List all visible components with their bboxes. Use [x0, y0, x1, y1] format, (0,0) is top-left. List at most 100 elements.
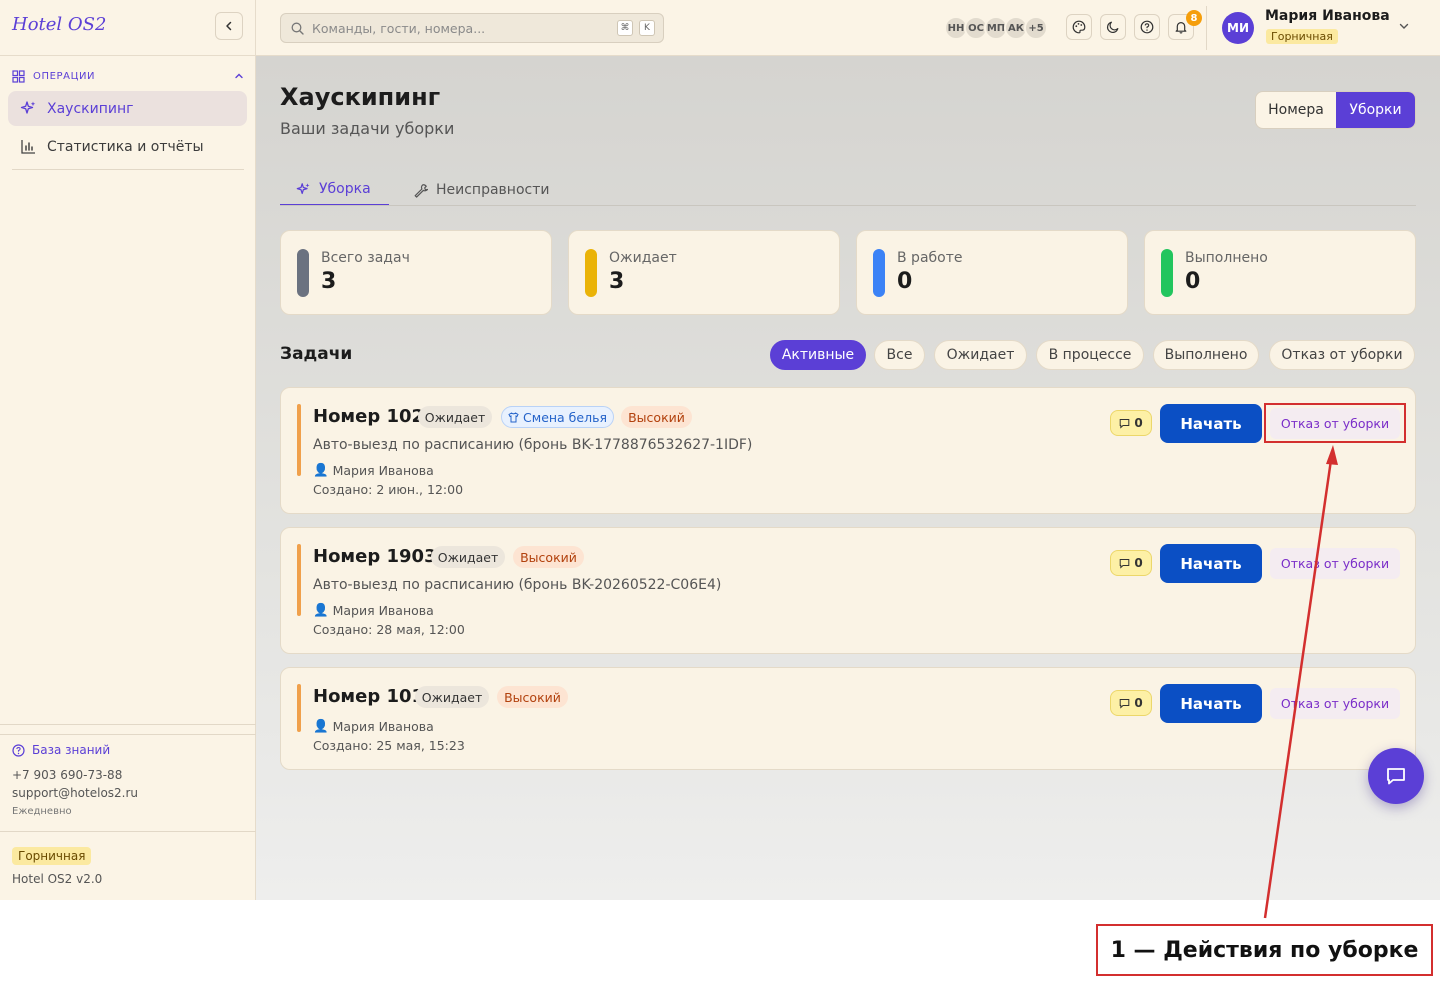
theme-palette-button[interactable]: [1066, 14, 1092, 40]
help-button[interactable]: [1134, 14, 1160, 40]
bell-icon: [1175, 22, 1187, 34]
moon-icon: [1107, 21, 1119, 33]
tab-label: Неисправности: [436, 182, 550, 198]
support-phone[interactable]: +7 903 690-73-88: [12, 768, 122, 782]
sidebar-item-housekeeping[interactable]: Хаускипинг: [8, 91, 247, 126]
task-created: Создано: 25 мая, 15:23: [313, 738, 465, 753]
stat-color-bar: [585, 249, 597, 297]
help-circle-icon: [1140, 20, 1154, 34]
page-subtitle: Ваши задачи уборки: [280, 119, 455, 138]
dark-mode-button[interactable]: [1100, 14, 1126, 40]
refuse-cleaning-button[interactable]: Отказ от уборки: [1270, 688, 1400, 719]
stat-label: Всего задач: [321, 250, 410, 266]
sidebar-item-label: Хаускипинг: [47, 100, 134, 117]
priority-stripe: [297, 544, 301, 616]
task-card[interactable]: Номер 102 Ожидает Смена белья Высокий Ав…: [280, 387, 1416, 514]
chevron-up-icon: [235, 73, 243, 79]
status-badge: Ожидает: [415, 686, 489, 708]
priority-badge: Высокий: [513, 546, 584, 568]
comments-button[interactable]: 0: [1110, 550, 1152, 576]
sidebar-item-statistics[interactable]: Статистика и отчёты: [8, 129, 247, 164]
filter-all[interactable]: Все: [874, 340, 925, 370]
section-operations[interactable]: ОПЕРАЦИИ: [12, 68, 244, 84]
app-logo[interactable]: Hotel OS2: [12, 14, 106, 35]
tab-cleaning[interactable]: Уборка: [280, 174, 389, 206]
task-description: Авто-выезд по расписанию (бронь BK-17788…: [313, 437, 753, 453]
assignee-name: Мария Иванова: [332, 602, 434, 618]
chevron-down-icon[interactable]: [1398, 20, 1410, 32]
main-content: Хаускипинг Ваши задачи уборки Номера Убо…: [256, 56, 1440, 900]
comment-icon: [1120, 418, 1130, 429]
support-email[interactable]: support@hotelos2.ru: [12, 786, 138, 800]
task-room: Номер 101: [313, 686, 425, 707]
status-badge: Ожидает: [431, 546, 505, 568]
knowledge-base-link[interactable]: База знаний: [12, 743, 110, 757]
tab-malfunctions[interactable]: Неисправности: [413, 174, 549, 206]
collapse-sidebar-button[interactable]: [215, 12, 243, 40]
filter-refused[interactable]: Отказ от уборки: [1269, 340, 1415, 370]
help-circle-icon: [12, 743, 25, 757]
comments-button[interactable]: 0: [1110, 690, 1152, 716]
stat-card-total: Всего задач 3: [280, 230, 552, 315]
filter-in-progress[interactable]: В процессе: [1036, 340, 1144, 370]
notifications-button[interactable]: 8: [1168, 10, 1202, 40]
annotation-highlight: [1264, 403, 1406, 443]
search-input[interactable]: Команды, гости, номера... ⌘ K: [280, 13, 664, 43]
stat-color-bar: [297, 249, 309, 297]
chevron-left-icon: [226, 21, 232, 31]
bar-chart-icon: [21, 140, 35, 154]
top-bar: Команды, гости, номера... ⌘ K НН ОС МП А…: [256, 0, 1440, 56]
task-card[interactable]: Номер 101 Ожидает Высокий 👤 Мария Иванов…: [280, 667, 1416, 770]
tasks-heading: Задачи: [280, 344, 353, 364]
stat-value: 0: [897, 269, 913, 294]
divider: [0, 831, 256, 832]
priority-badge: Высокий: [621, 406, 692, 428]
priority-stripe: [297, 404, 301, 476]
stat-card-in-progress: В работе 0: [856, 230, 1128, 315]
annotation-label: 1 — Действия по уборке: [1096, 924, 1433, 976]
start-button[interactable]: Начать: [1160, 404, 1262, 443]
support-schedule: Ежедневно: [12, 806, 72, 817]
filter-done[interactable]: Выполнено: [1153, 340, 1259, 370]
view-toggle-rooms[interactable]: Номера: [1256, 92, 1336, 128]
view-toggle-cleanings[interactable]: Уборки: [1336, 92, 1415, 128]
task-description: Авто-выезд по расписанию (бронь BK-20260…: [313, 577, 722, 593]
task-created: Создано: 28 мая, 12:00: [313, 622, 465, 637]
start-button[interactable]: Начать: [1160, 684, 1262, 723]
filter-pending[interactable]: Ожидает: [934, 340, 1027, 370]
user-icon: 👤: [313, 462, 329, 477]
refuse-cleaning-button[interactable]: Отказ от уборки: [1270, 548, 1400, 579]
user-role-badge: Горничная: [1266, 29, 1338, 44]
user-icon: 👤: [313, 602, 329, 617]
page-title: Хаускипинг: [280, 83, 441, 111]
stat-value: 0: [1185, 269, 1201, 294]
task-room: Номер 1903: [313, 546, 437, 567]
start-button[interactable]: Начать: [1160, 544, 1262, 583]
avatar-more[interactable]: +5: [1024, 16, 1048, 40]
sparkle-icon: [296, 182, 310, 194]
stat-color-bar: [1161, 249, 1173, 297]
stat-label: Ожидает: [609, 250, 677, 266]
chat-button[interactable]: [1368, 748, 1424, 804]
task-assignee: 👤 Мария Иванова: [313, 718, 434, 734]
tabs-divider: [280, 205, 1416, 206]
stat-value: 3: [609, 269, 625, 294]
wrench-icon: [414, 183, 428, 198]
sidebar: Hotel OS2 ОПЕРАЦИИ Хаускипинг Статистика…: [0, 0, 256, 900]
status-badge: Ожидает: [418, 406, 492, 428]
divider: [0, 55, 256, 56]
notification-count-badge: 8: [1186, 10, 1202, 26]
priority-badge: Высокий: [497, 686, 568, 708]
user-avatar[interactable]: МИ: [1222, 12, 1254, 44]
user-icon: 👤: [313, 718, 329, 733]
task-created: Создано: 2 июн., 12:00: [313, 482, 464, 497]
task-card[interactable]: Номер 1903 Ожидает Высокий Авто-выезд по…: [280, 527, 1416, 654]
comments-button[interactable]: 0: [1110, 410, 1152, 436]
filter-active[interactable]: Активные: [770, 340, 866, 370]
user-name[interactable]: Мария Иванова: [1265, 8, 1390, 24]
stat-label: В работе: [897, 250, 963, 266]
divider: [0, 734, 256, 735]
assignee-name: Мария Иванова: [332, 462, 434, 478]
priority-stripe: [297, 684, 301, 732]
view-toggle: Номера Уборки: [1255, 91, 1416, 129]
